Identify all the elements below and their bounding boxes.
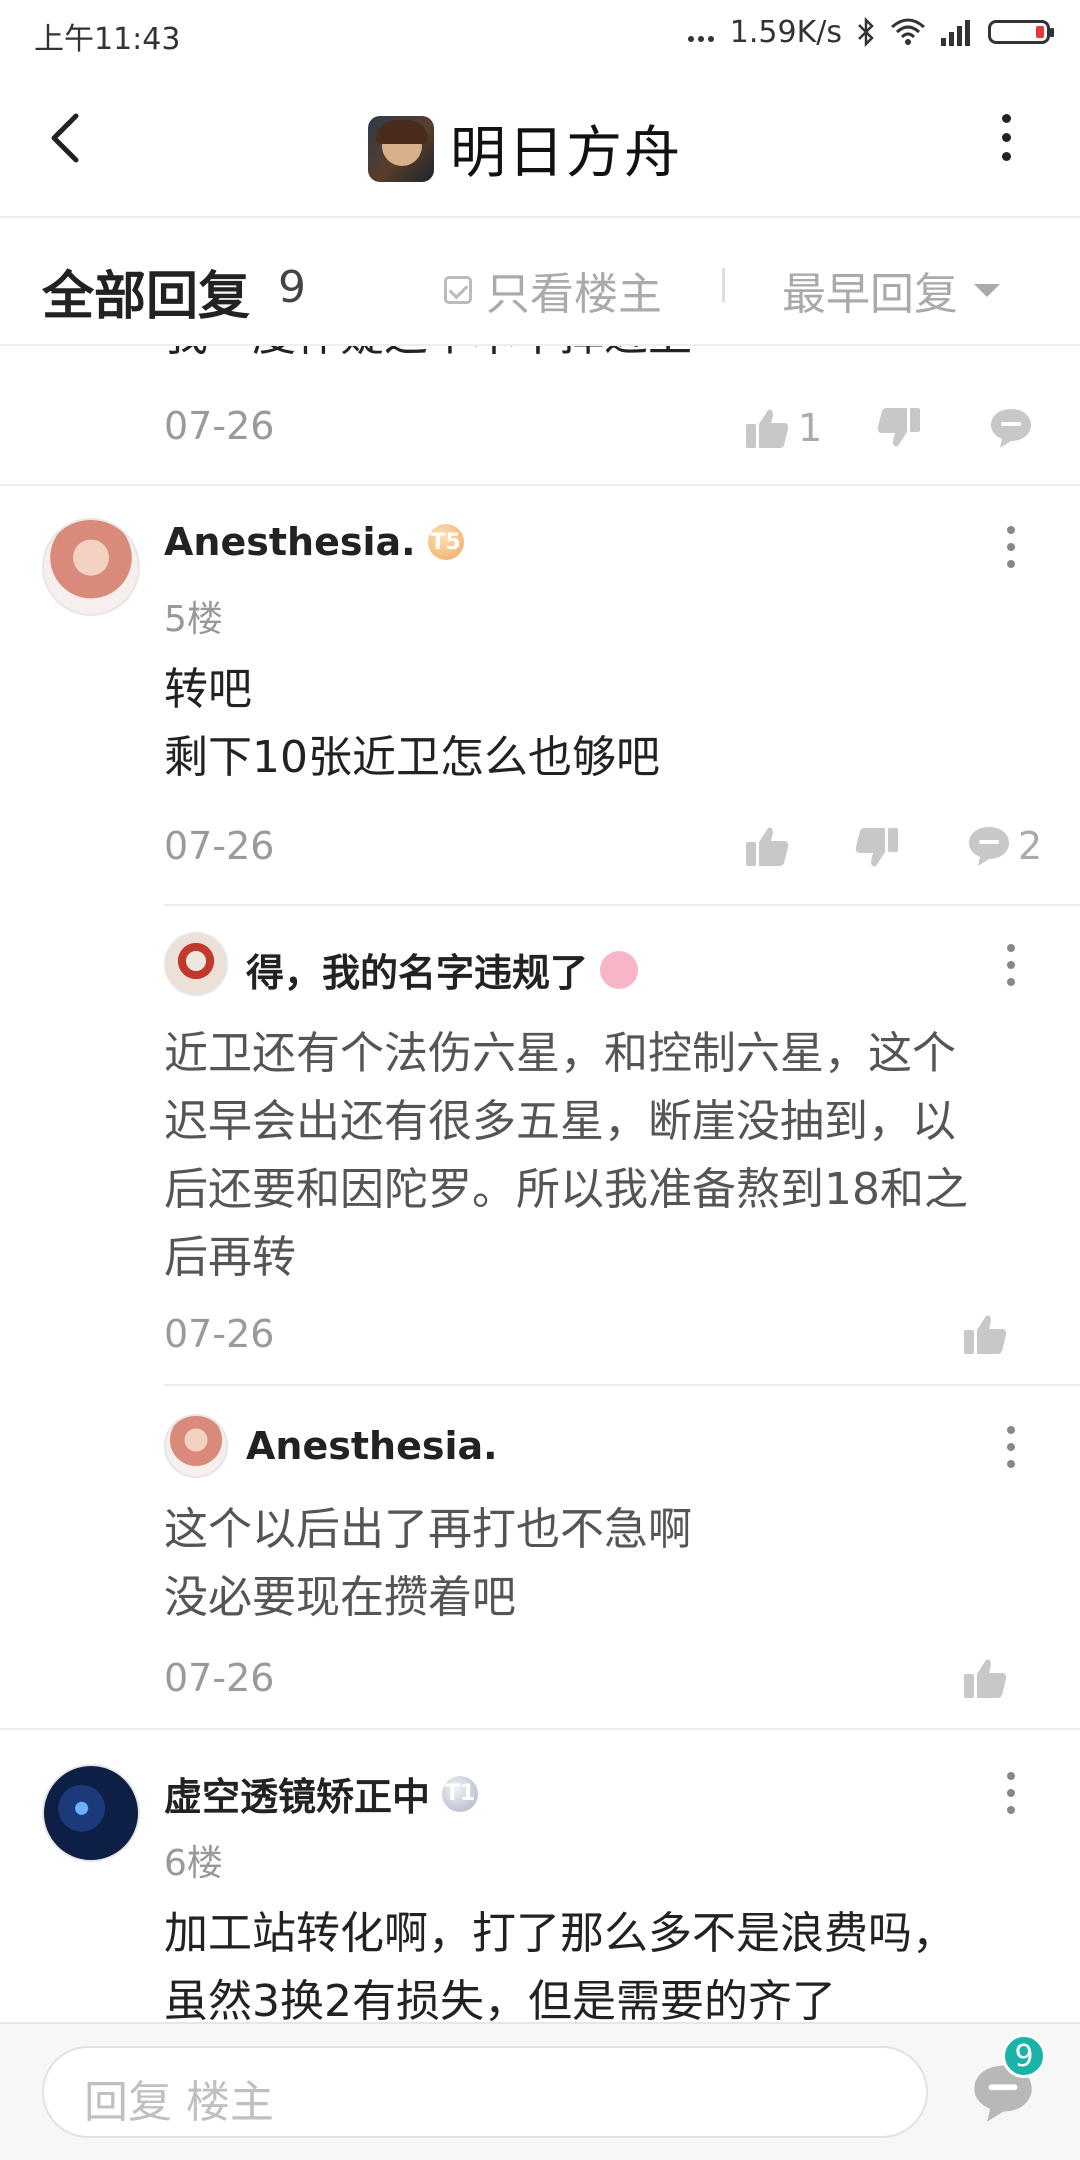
reply-placeholder: 回复 楼主	[84, 2077, 274, 2128]
avatar[interactable]	[42, 1764, 140, 1862]
comment-button[interactable]	[988, 406, 1034, 450]
comment-count-badge: 9	[1002, 2034, 1046, 2078]
wifi-icon	[891, 18, 925, 45]
reply-author[interactable]: Anesthesia.	[246, 1424, 498, 1468]
post-divider	[0, 484, 1080, 486]
sort-dropdown[interactable]: 最早回复	[782, 258, 1000, 322]
reply-author[interactable]: 得，我的名字违规了	[246, 942, 639, 997]
forum-logo	[368, 115, 434, 182]
sort-label: 最早回复	[782, 269, 958, 320]
like-count: 1	[798, 406, 823, 450]
back-button[interactable]	[36, 108, 96, 168]
chevron-down-icon	[974, 283, 1000, 297]
previous-post: 我一度怀疑这个本不掉近卫 07-26 1	[0, 346, 1080, 484]
status-icons: 1.59K/s	[686, 12, 1054, 52]
like-button[interactable]	[744, 824, 790, 868]
post-content: 加工站转化啊，打了那么多不是浪费吗， 虽然3换2有损失，但是需要的齐了	[164, 1900, 956, 2022]
filter-divider	[722, 268, 725, 302]
reply-content: 这个以后出了再打也不急啊 没必要现在攒着吧	[164, 1496, 692, 1632]
reply-line: 后再转	[164, 1232, 296, 1283]
status-time: 上午11:43	[34, 22, 181, 57]
thumbs-up-icon	[746, 409, 789, 448]
network-speed: 1.59K/s	[729, 14, 842, 50]
bottom-bar: 回复 楼主 9	[0, 2022, 1080, 2160]
reply-divider	[164, 904, 1080, 906]
post-divider	[0, 1728, 1080, 1730]
level-badge: T5	[427, 524, 464, 560]
more-notifications-icon	[686, 15, 716, 50]
like-button[interactable]	[962, 1312, 1008, 1356]
reply-input[interactable]: 回复 楼主	[42, 2046, 928, 2138]
dislike-button[interactable]	[876, 406, 922, 450]
previous-post-text: 我一度怀疑这个本不掉近卫	[164, 346, 692, 370]
avatar[interactable]	[164, 1414, 228, 1478]
comment-button[interactable]: 2	[966, 824, 1042, 868]
post-line: 加工站转化啊，打了那么多不是浪费吗，	[164, 1908, 956, 1959]
post-content-clip: 加工站转化啊，打了那么多不是浪费吗， 虽然3换2有损失，但是需要的齐了	[0, 1900, 1080, 2022]
reply-line: 后还要和因陀罗。所以我准备熬到18和之	[164, 1164, 968, 1215]
floor-number: 6楼	[164, 1843, 223, 1884]
forum-name: 明日方舟	[450, 121, 682, 186]
floor-number: 5楼	[164, 599, 223, 640]
forum-title[interactable]: 明日方舟	[368, 108, 682, 189]
reply-more-button[interactable]	[996, 944, 1026, 1004]
username: 得，我的名字违规了	[246, 951, 589, 995]
post-author[interactable]: 虚空透镜矫正中 T1	[164, 1766, 479, 1821]
username: 虚空透镜矫正中	[164, 1775, 431, 1819]
reply-content: 近卫还有个法伤六星，和控制六星，这个 迟早会出还有很多五星，断崖没抽到，以 后还…	[164, 1020, 968, 1292]
signal-icon	[941, 20, 970, 46]
avatar[interactable]	[42, 518, 140, 616]
reply-line: 近卫还有个法伤六星，和控制六星，这个	[164, 1028, 956, 1079]
member-badge-icon	[600, 950, 639, 989]
reply-more-button[interactable]	[996, 1426, 1026, 1486]
post-date: 07-26	[164, 824, 275, 868]
reply-date: 07-26	[164, 1656, 275, 1700]
dislike-button[interactable]	[854, 826, 900, 870]
like-button[interactable]: 1	[744, 406, 822, 450]
post-content: 转吧 剩下10张近卫怎么也够吧	[164, 656, 660, 792]
comment-count: 2	[1018, 824, 1043, 868]
like-button[interactable]	[962, 1656, 1008, 1700]
post-line: 剩下10张近卫怎么也够吧	[164, 732, 660, 783]
reply-line: 没必要现在攒着吧	[164, 1572, 516, 1623]
post-line: 虽然3换2有损失，但是需要的齐了	[164, 1976, 836, 2022]
checkbox-icon	[444, 276, 472, 304]
reply-divider	[164, 1384, 1080, 1386]
post-author[interactable]: Anesthesia. T5	[164, 520, 464, 564]
post-more-button[interactable]	[996, 526, 1026, 586]
post-more-button[interactable]	[996, 1772, 1026, 1832]
previous-post-date: 07-26	[164, 404, 275, 448]
top-nav: 明日方舟	[0, 64, 1080, 218]
only-host-toggle[interactable]: 只看楼主	[444, 258, 662, 322]
username: Anesthesia.	[246, 1424, 498, 1468]
reply-count: 9	[278, 262, 306, 313]
only-host-label: 只看楼主	[486, 269, 662, 320]
avatar[interactable]	[164, 932, 228, 996]
level-badge: T1	[442, 1775, 479, 1812]
battery-icon	[988, 20, 1054, 44]
reply-line: 这个以后出了再打也不急啊	[164, 1504, 692, 1555]
bluetooth-icon	[858, 17, 874, 47]
all-replies-label: 全部回复	[42, 267, 251, 327]
reply-line: 迟早会出还有很多五星，断崖没抽到，以	[164, 1096, 956, 1147]
filter-bar: 全部回复 9 只看楼主 最早回复	[0, 218, 1080, 346]
comment-icon	[969, 827, 1009, 866]
post-line: 转吧	[164, 664, 252, 715]
reply-date: 07-26	[164, 1312, 275, 1356]
status-bar: 上午11:43 1.59K/s	[0, 0, 1080, 64]
more-menu-button[interactable]	[986, 114, 1026, 174]
username: Anesthesia.	[164, 520, 416, 564]
